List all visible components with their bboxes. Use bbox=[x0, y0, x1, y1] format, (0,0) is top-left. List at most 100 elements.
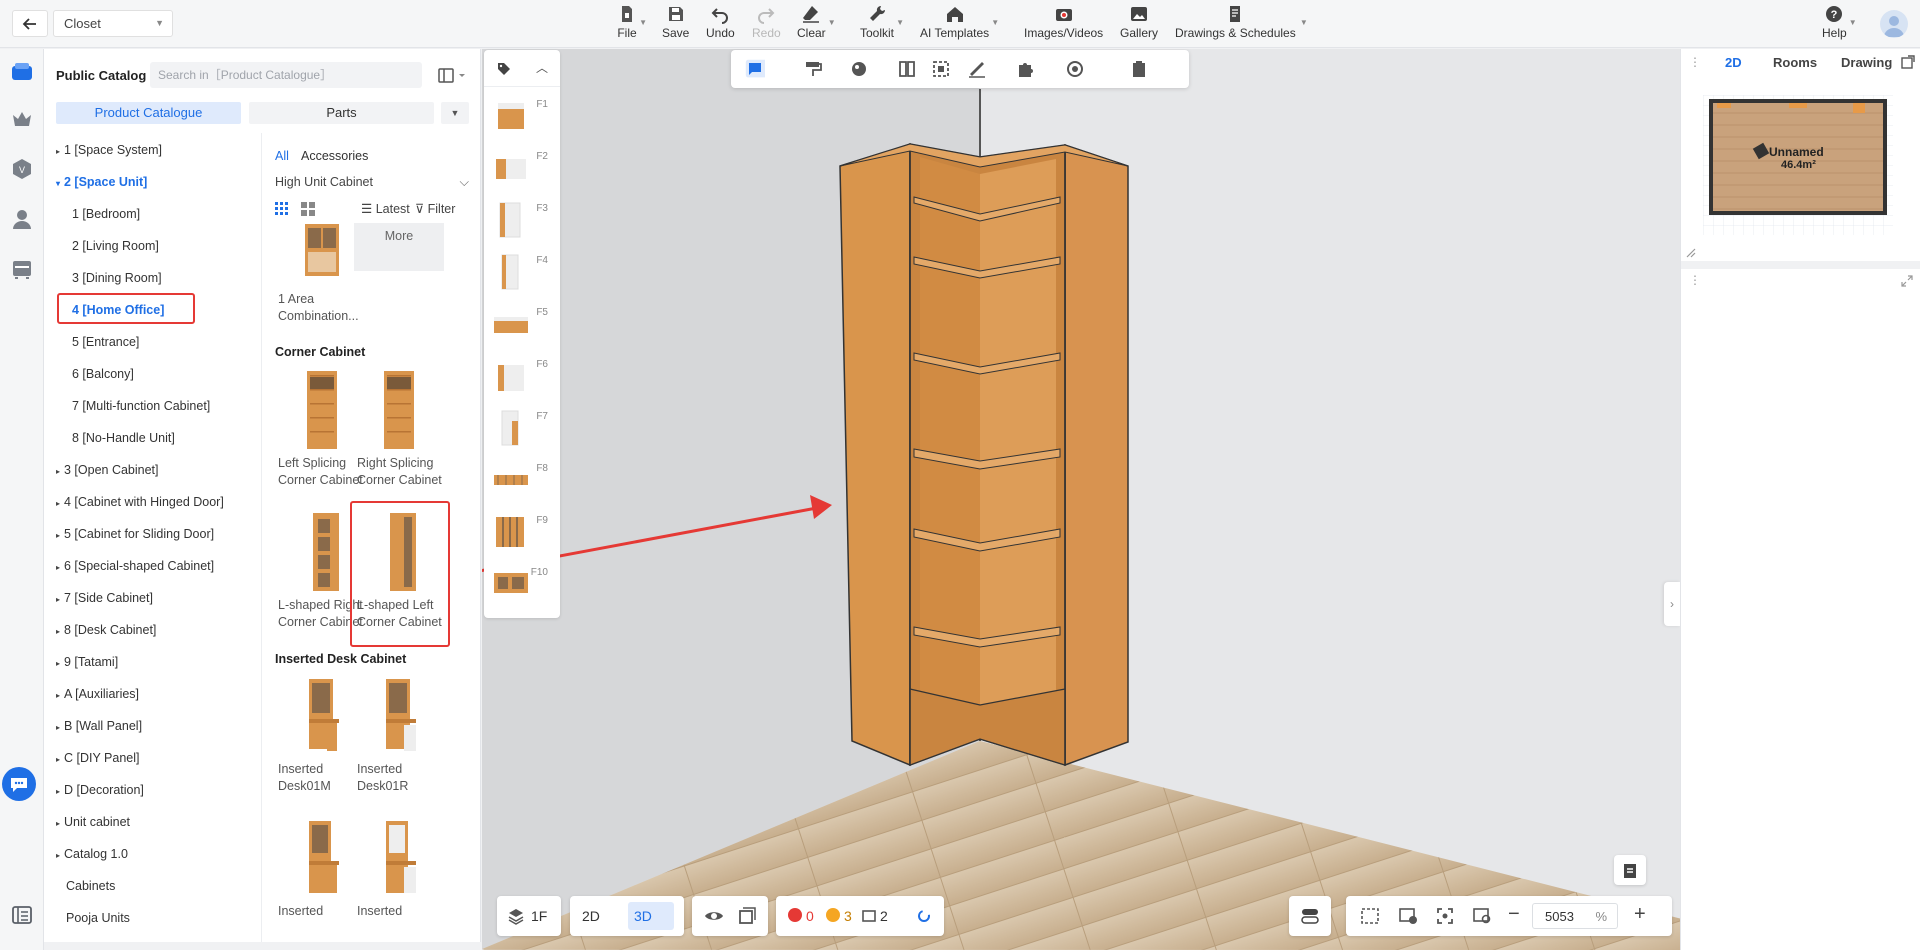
tag-icon[interactable] bbox=[497, 62, 511, 76]
tree-item[interactable]: ▸ 3 [Open Cabinet] bbox=[56, 460, 159, 480]
popout-icon[interactable] bbox=[1901, 55, 1915, 69]
panel-toggle-button[interactable] bbox=[9, 902, 35, 928]
sync-icon[interactable] bbox=[916, 908, 932, 924]
project-select[interactable]: Closet ▼ bbox=[53, 10, 173, 37]
box-view-icon[interactable] bbox=[738, 907, 756, 925]
material-icon[interactable] bbox=[849, 59, 869, 79]
group-icon[interactable] bbox=[931, 59, 951, 79]
grid-small-icon[interactable] bbox=[275, 202, 289, 216]
filter-tab-accessories[interactable]: Accessories bbox=[301, 149, 368, 163]
mirror-icon[interactable] bbox=[897, 59, 917, 79]
paint-roller-icon[interactable] bbox=[803, 59, 823, 79]
tree-item[interactable]: ▸ 6 [Special-shaped Cabinet] bbox=[56, 556, 214, 576]
tab-product-catalogue[interactable]: Product Catalogue bbox=[56, 102, 241, 124]
favorite-slot[interactable]: F5 bbox=[490, 303, 554, 347]
right-panel-collapse-button[interactable]: › bbox=[1664, 582, 1680, 626]
tab-drawing[interactable]: Drawing bbox=[1841, 55, 1892, 70]
view-count-icon[interactable] bbox=[862, 908, 876, 922]
grid-large-icon[interactable] bbox=[301, 202, 315, 216]
tree-item[interactable]: 1 [Bedroom] bbox=[72, 204, 140, 224]
frame-select-icon[interactable] bbox=[1360, 907, 1380, 925]
product-card[interactable]: Right Splicing Corner Cabinet bbox=[354, 365, 446, 489]
toolkit-button[interactable]: Toolkit ▼ bbox=[860, 4, 904, 40]
tree-item[interactable]: 2 [Living Room] bbox=[72, 236, 159, 256]
tab-rooms[interactable]: Rooms bbox=[1773, 55, 1817, 70]
resize-handle-icon[interactable] bbox=[1685, 247, 1697, 259]
tab-2d[interactable]: 2D bbox=[1725, 55, 1742, 70]
product-card[interactable]: Inserted bbox=[354, 813, 446, 920]
catalog-nav-button[interactable] bbox=[9, 59, 35, 85]
select-mode-icon[interactable] bbox=[745, 59, 765, 79]
drag-handle-icon[interactable]: ⋮ bbox=[1689, 273, 1701, 287]
puzzle-icon[interactable] bbox=[1015, 59, 1035, 79]
floor-select[interactable]: 1F bbox=[497, 896, 561, 936]
save-button[interactable]: Save bbox=[662, 4, 689, 40]
expand-icon[interactable] bbox=[1901, 275, 1913, 287]
chat-support-button[interactable] bbox=[2, 767, 36, 801]
tree-item[interactable]: Pooja Units bbox=[66, 908, 130, 928]
catalog-search-input[interactable]: Search in［Product Catalogue］ bbox=[150, 62, 422, 88]
favorite-slot[interactable]: F10 bbox=[490, 563, 554, 607]
favorite-slot[interactable]: F2 bbox=[490, 147, 554, 191]
favorite-slot[interactable]: F3 bbox=[490, 199, 554, 243]
floorplan-minimap[interactable]: Unnamed 46.4m² bbox=[1703, 95, 1893, 235]
help-button[interactable]: ? Help ▼ bbox=[1822, 4, 1857, 40]
more-button[interactable]: More bbox=[354, 223, 444, 271]
clipboard-icon[interactable] bbox=[1129, 59, 1149, 79]
furniture-nav-button[interactable] bbox=[9, 256, 35, 282]
tree-item[interactable]: ▸ 7 [Side Cabinet] bbox=[56, 588, 153, 608]
drawings-schedules-button[interactable]: Drawings & Schedules ▼ bbox=[1175, 4, 1308, 40]
tree-item[interactable]: ▸ 4 [Cabinet with Hinged Door] bbox=[56, 492, 224, 512]
tree-item-space-unit[interactable]: ▾ 2 [Space Unit] bbox=[56, 172, 147, 192]
tree-item[interactable]: ▸ 8 [Desk Cabinet] bbox=[56, 620, 156, 640]
tree-item[interactable]: ▸ A [Auxiliaries] bbox=[56, 684, 139, 704]
zoom-input[interactable]: 5053 % bbox=[1532, 903, 1618, 929]
zoom-in-button[interactable]: + bbox=[1634, 904, 1646, 924]
collapse-up-icon[interactable]: ︿ bbox=[536, 59, 548, 76]
images-videos-button[interactable]: Images/Videos bbox=[1024, 4, 1103, 40]
product-card[interactable]: Inserted Desk01R bbox=[354, 671, 446, 795]
ai-templates-button[interactable]: AI Templates ▼ bbox=[920, 4, 999, 40]
tree-item[interactable]: 6 [Balcony] bbox=[72, 364, 134, 384]
undo-button[interactable]: Undo bbox=[706, 4, 735, 40]
tree-item[interactable]: ▸ C [DIY Panel] bbox=[56, 748, 140, 768]
tree-item[interactable]: 8 [No-Handle Unit] bbox=[72, 428, 175, 448]
tree-item[interactable]: 3 [Dining Room] bbox=[72, 268, 162, 288]
filter-button[interactable]: ⊽ Filter bbox=[415, 201, 455, 216]
drag-handle-icon[interactable]: ⋮ bbox=[1689, 55, 1701, 69]
tree-item[interactable]: 7 [Multi-function Cabinet] bbox=[72, 396, 210, 416]
tree-item[interactable]: ▸ Catalog 1.0 bbox=[56, 844, 128, 864]
target-icon[interactable] bbox=[1065, 59, 1085, 79]
gallery-button[interactable]: Gallery bbox=[1120, 4, 1158, 40]
vip-nav-button[interactable]: V bbox=[9, 156, 35, 182]
category-select[interactable]: High Unit Cabinet ⌵ bbox=[275, 175, 471, 195]
view-settings-icon[interactable] bbox=[1398, 907, 1418, 925]
mode-2d-button[interactable]: 2D bbox=[582, 908, 600, 924]
sort-button[interactable]: ☰ Latest bbox=[361, 201, 410, 216]
error-icon[interactable] bbox=[788, 908, 802, 922]
tree-item[interactable]: 5 [Entrance] bbox=[72, 332, 139, 352]
clear-button[interactable]: Clear ▼ bbox=[797, 4, 836, 40]
settings-toggle-button[interactable] bbox=[1289, 896, 1331, 936]
redo-button[interactable]: Redo bbox=[752, 4, 781, 40]
user-avatar[interactable] bbox=[1880, 10, 1908, 38]
mode-3d-button[interactable]: 3D bbox=[634, 908, 652, 924]
tree-item[interactable]: Cabinets bbox=[66, 876, 115, 896]
warning-icon[interactable] bbox=[826, 908, 840, 922]
filter-tab-all[interactable]: All bbox=[275, 149, 289, 163]
tab-more-dropdown[interactable]: ▼ bbox=[441, 102, 469, 124]
zoom-out-button[interactable]: − bbox=[1508, 904, 1520, 924]
favorite-slot[interactable]: F9 bbox=[490, 511, 554, 555]
tree-item[interactable]: ▸ D [Decoration] bbox=[56, 780, 144, 800]
file-button[interactable]: File ▼ bbox=[617, 4, 647, 40]
tree-item[interactable]: ▸ Unit cabinet bbox=[56, 812, 130, 832]
favorite-slot[interactable]: F8 bbox=[490, 459, 554, 503]
crown-nav-button[interactable] bbox=[9, 106, 35, 132]
user-nav-button[interactable] bbox=[9, 206, 35, 232]
tab-parts[interactable]: Parts bbox=[249, 102, 434, 124]
layout-toggle-button[interactable] bbox=[437, 66, 469, 86]
favorite-slot[interactable]: F4 bbox=[490, 251, 554, 295]
focus-icon[interactable] bbox=[1436, 907, 1454, 925]
clipboard-button[interactable] bbox=[1614, 855, 1646, 885]
eye-icon[interactable] bbox=[704, 907, 724, 925]
